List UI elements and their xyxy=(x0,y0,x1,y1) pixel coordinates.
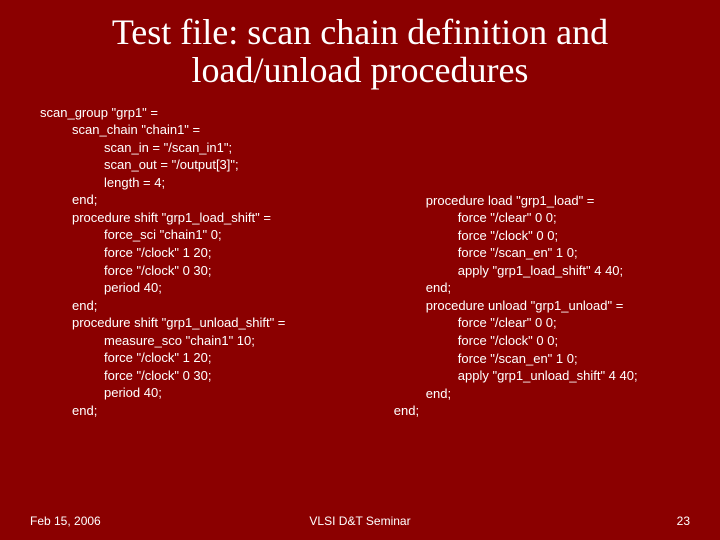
code-line: force "/scan_en" 1 0; xyxy=(384,244,690,262)
code-line: force "/clock" 0 0; xyxy=(384,227,690,245)
slide-body: scan_group "grp1" =scan_chain "chain1" =… xyxy=(30,104,690,420)
code-line: procedure unload "grp1_unload" = xyxy=(384,297,690,315)
footer-date: Feb 15, 2006 xyxy=(30,514,101,528)
code-line: force "/clear" 0 0; xyxy=(384,209,690,227)
code-line: scan_out = "/output[3]"; xyxy=(30,156,380,174)
code-line: force "/clock" 0 30; xyxy=(30,262,380,280)
code-line: force "/clock" 0 30; xyxy=(30,367,380,385)
code-line: measure_sco "chain1" 10; xyxy=(30,332,380,350)
code-line: force "/clock" 1 20; xyxy=(30,244,380,262)
code-line: force "/clock" 0 0; xyxy=(384,332,690,350)
code-column-left: scan_group "grp1" =scan_chain "chain1" =… xyxy=(30,104,380,420)
code-line: apply "grp1_load_shift" 4 40; xyxy=(384,262,690,280)
slide-footer: Feb 15, 2006 VLSI D&T Seminar 23 xyxy=(30,514,690,528)
code-line: end; xyxy=(384,402,690,420)
code-line: length = 4; xyxy=(30,174,380,192)
code-line: apply "grp1_unload_shift" 4 40; xyxy=(384,367,690,385)
code-line: end; xyxy=(30,191,380,209)
code-line: force_sci "chain1" 0; xyxy=(30,226,380,244)
footer-venue: VLSI D&T Seminar xyxy=(30,514,690,528)
slide-title: Test file: scan chain definition and loa… xyxy=(40,14,680,90)
code-line: procedure load "grp1_load" = xyxy=(384,192,690,210)
code-line: period 40; xyxy=(30,384,380,402)
code-line: end; xyxy=(30,402,380,420)
code-line: end; xyxy=(30,297,380,315)
code-line: procedure shift "grp1_unload_shift" = xyxy=(30,314,380,332)
code-line: period 40; xyxy=(30,279,380,297)
code-line: end; xyxy=(384,279,690,297)
code-column-right: procedure load "grp1_load" =force "/clea… xyxy=(384,104,690,420)
code-line: scan_chain "chain1" = xyxy=(30,121,380,139)
footer-page: 23 xyxy=(677,514,690,528)
code-line: scan_group "grp1" = xyxy=(30,104,380,122)
slide: Test file: scan chain definition and loa… xyxy=(0,0,720,540)
code-line: force "/scan_en" 1 0; xyxy=(384,350,690,368)
code-line: scan_in = "/scan_in1"; xyxy=(30,139,380,157)
code-line: force "/clear" 0 0; xyxy=(384,314,690,332)
code-line: procedure shift "grp1_load_shift" = xyxy=(30,209,380,227)
code-line: end; xyxy=(384,385,690,403)
code-line: force "/clock" 1 20; xyxy=(30,349,380,367)
